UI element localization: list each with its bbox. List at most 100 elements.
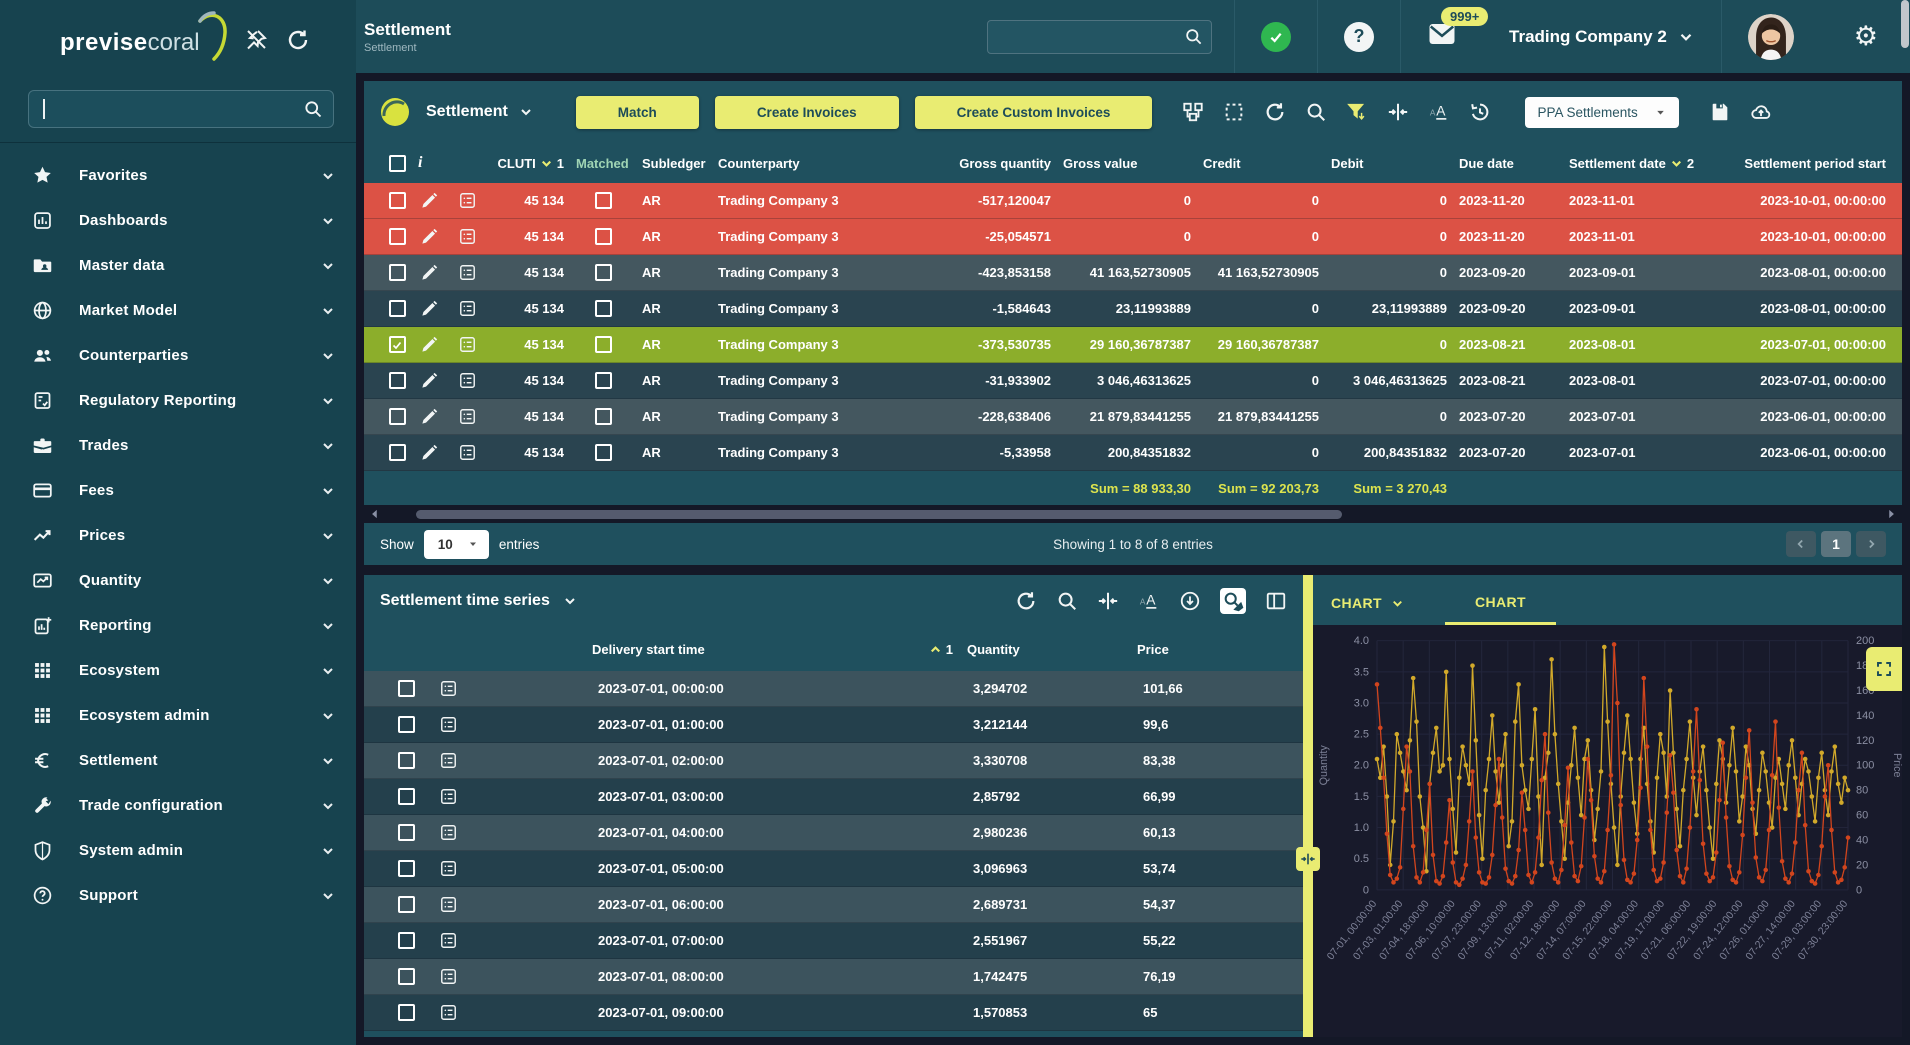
- matched-checkbox[interactable]: [595, 300, 612, 317]
- column-header-subledger[interactable]: Subledger: [636, 156, 712, 171]
- page-scrollbar[interactable]: [1900, 0, 1910, 1045]
- sidebar-item-system-admin[interactable]: System admin: [0, 828, 356, 873]
- row-details-icon[interactable]: [458, 191, 477, 210]
- timeseries-row[interactable]: 2023-07-01, 04:00:002,98023660,13: [364, 815, 1303, 851]
- row-checkbox[interactable]: [398, 788, 415, 805]
- font-size-icon[interactable]: AA: [1138, 590, 1160, 612]
- row-details-icon[interactable]: [458, 263, 477, 282]
- sidebar-item-support[interactable]: Support: [0, 873, 356, 918]
- sidebar-item-trade-configuration[interactable]: Trade configuration: [0, 783, 356, 828]
- row-checkbox[interactable]: [389, 408, 406, 425]
- edit-row-icon[interactable]: [420, 371, 439, 390]
- match-button[interactable]: Match: [576, 96, 699, 129]
- row-checkbox[interactable]: [398, 968, 415, 985]
- cloud-icon[interactable]: [1750, 101, 1772, 123]
- table-row[interactable]: 45 134ARTrading Company 3-1,58464323,119…: [364, 291, 1902, 327]
- table-row[interactable]: 45 134ARTrading Company 3-228,63840621 8…: [364, 399, 1902, 435]
- edit-row-icon[interactable]: [420, 335, 439, 354]
- sidebar-item-ecosystem[interactable]: Ecosystem: [0, 648, 356, 693]
- matched-checkbox[interactable]: [595, 444, 612, 461]
- row-details-icon[interactable]: [439, 931, 458, 950]
- sidebar-item-dashboards[interactable]: Dashboards: [0, 198, 356, 243]
- search-edit-icon[interactable]: [1220, 588, 1246, 614]
- matched-checkbox[interactable]: [595, 264, 612, 281]
- matched-checkbox[interactable]: [595, 228, 612, 245]
- row-details-icon[interactable]: [458, 371, 477, 390]
- timeseries-row[interactable]: 2023-07-01, 08:00:001,74247576,19: [364, 959, 1303, 995]
- row-checkbox[interactable]: [389, 300, 406, 317]
- chart-type-dropdown[interactable]: CHART: [1331, 595, 1405, 611]
- scrollbar-thumb[interactable]: [416, 510, 1342, 519]
- user-menu[interactable]: [1722, 0, 1820, 73]
- edit-row-icon[interactable]: [420, 263, 439, 282]
- edit-row-icon[interactable]: [420, 299, 439, 318]
- row-checkbox[interactable]: [389, 264, 406, 281]
- row-details-icon[interactable]: [439, 823, 458, 842]
- column-header-debit[interactable]: Debit: [1325, 156, 1453, 171]
- table-row[interactable]: 45 134ARTrading Company 3-517,1200470002…: [364, 183, 1902, 219]
- edit-row-icon[interactable]: [420, 227, 439, 246]
- create-invoices-button[interactable]: Create Invoices: [715, 96, 899, 129]
- create-custom-invoices-button[interactable]: Create Custom Invoices: [915, 96, 1153, 129]
- panel-splitter[interactable]: [1303, 575, 1313, 1037]
- row-checkbox[interactable]: [389, 192, 406, 209]
- font-size-icon[interactable]: AA: [1428, 101, 1450, 123]
- scrollbar-track[interactable]: [386, 509, 1880, 520]
- collapse-columns-icon[interactable]: [1097, 590, 1119, 612]
- row-details-icon[interactable]: [439, 1003, 458, 1022]
- timeseries-row[interactable]: 2023-07-01, 07:00:002,55196755,22: [364, 923, 1303, 959]
- row-details-icon[interactable]: [458, 227, 477, 246]
- notifications-button[interactable]: 999+: [1401, 0, 1483, 73]
- column-header-credit[interactable]: Credit: [1197, 156, 1325, 171]
- select-area-icon[interactable]: [1223, 101, 1245, 123]
- column-header-gross-quantity[interactable]: Gross quantity: [897, 156, 1057, 171]
- refresh-icon[interactable]: [1264, 101, 1286, 123]
- table-row[interactable]: 45 134ARTrading Company 3-423,85315841 1…: [364, 255, 1902, 291]
- table-row[interactable]: 45 134ARTrading Company 3-373,53073529 1…: [364, 327, 1902, 363]
- timeseries-row[interactable]: 2023-07-01, 00:00:003,294702101,66: [364, 671, 1303, 707]
- sidebar-item-regulatory-reporting[interactable]: Regulatory Reporting: [0, 378, 356, 423]
- page-scrollbar-thumb[interactable]: [1901, 0, 1909, 48]
- scroll-left-icon[interactable]: [368, 507, 382, 521]
- row-details-icon[interactable]: [439, 715, 458, 734]
- row-details-icon[interactable]: [439, 751, 458, 770]
- refresh-icon[interactable]: [286, 28, 310, 52]
- row-checkbox[interactable]: [389, 228, 406, 245]
- row-checkbox[interactable]: [398, 896, 415, 913]
- row-details-icon[interactable]: [439, 859, 458, 878]
- settlement-chart[interactable]: 07-01, 00:00:0007-03, 01:00:0007-04, 18:…: [1313, 625, 1902, 1037]
- sidebar-item-reporting[interactable]: Reporting: [0, 603, 356, 648]
- settings-button[interactable]: ⚙: [1820, 0, 1910, 73]
- help-button[interactable]: ?: [1318, 0, 1400, 73]
- row-details-icon[interactable]: [458, 335, 477, 354]
- row-checkbox[interactable]: [398, 752, 415, 769]
- edit-row-icon[interactable]: [420, 443, 439, 462]
- scroll-right-icon[interactable]: [1884, 507, 1898, 521]
- settlement-view-dropdown[interactable]: Settlement: [426, 103, 534, 121]
- history-icon[interactable]: [1469, 101, 1491, 123]
- table-row[interactable]: 45 134ARTrading Company 3-5,33958200,843…: [364, 435, 1902, 471]
- timeseries-row[interactable]: 2023-07-01, 09:00:001,57085365: [364, 995, 1303, 1031]
- matched-checkbox[interactable]: [595, 192, 612, 209]
- table-row[interactable]: 45 134ARTrading Company 3-31,9339023 046…: [364, 363, 1902, 399]
- sidebar-item-prices[interactable]: Prices: [0, 513, 356, 558]
- select-all-checkbox[interactable]: [389, 155, 406, 172]
- global-search-input[interactable]: [996, 29, 1184, 44]
- sidebar-search[interactable]: [28, 90, 334, 128]
- view-selector[interactable]: PPA Settlements: [1525, 97, 1678, 128]
- column-header-price[interactable]: Price: [1137, 642, 1303, 657]
- collapse-columns-icon[interactable]: [1387, 101, 1409, 123]
- column-header-settlement-period-start[interactable]: Settlement period start: [1693, 156, 1902, 171]
- hierarchy-icon[interactable]: [1182, 101, 1204, 123]
- matched-checkbox[interactable]: [595, 372, 612, 389]
- row-checkbox[interactable]: [398, 680, 415, 697]
- timeseries-row[interactable]: 2023-07-01, 06:00:002,68973154,37: [364, 887, 1303, 923]
- row-details-icon[interactable]: [439, 967, 458, 986]
- sidebar-item-counterparties[interactable]: Counterparties: [0, 333, 356, 378]
- page-size-select[interactable]: 10: [424, 530, 489, 559]
- sidebar-item-master-data[interactable]: Master data: [0, 243, 356, 288]
- column-header-quantity[interactable]: Quantity: [967, 642, 1137, 657]
- column-header-counterparty[interactable]: Counterparty: [712, 156, 897, 171]
- row-checkbox[interactable]: [398, 1004, 415, 1021]
- column-header-matched[interactable]: Matched: [570, 156, 636, 171]
